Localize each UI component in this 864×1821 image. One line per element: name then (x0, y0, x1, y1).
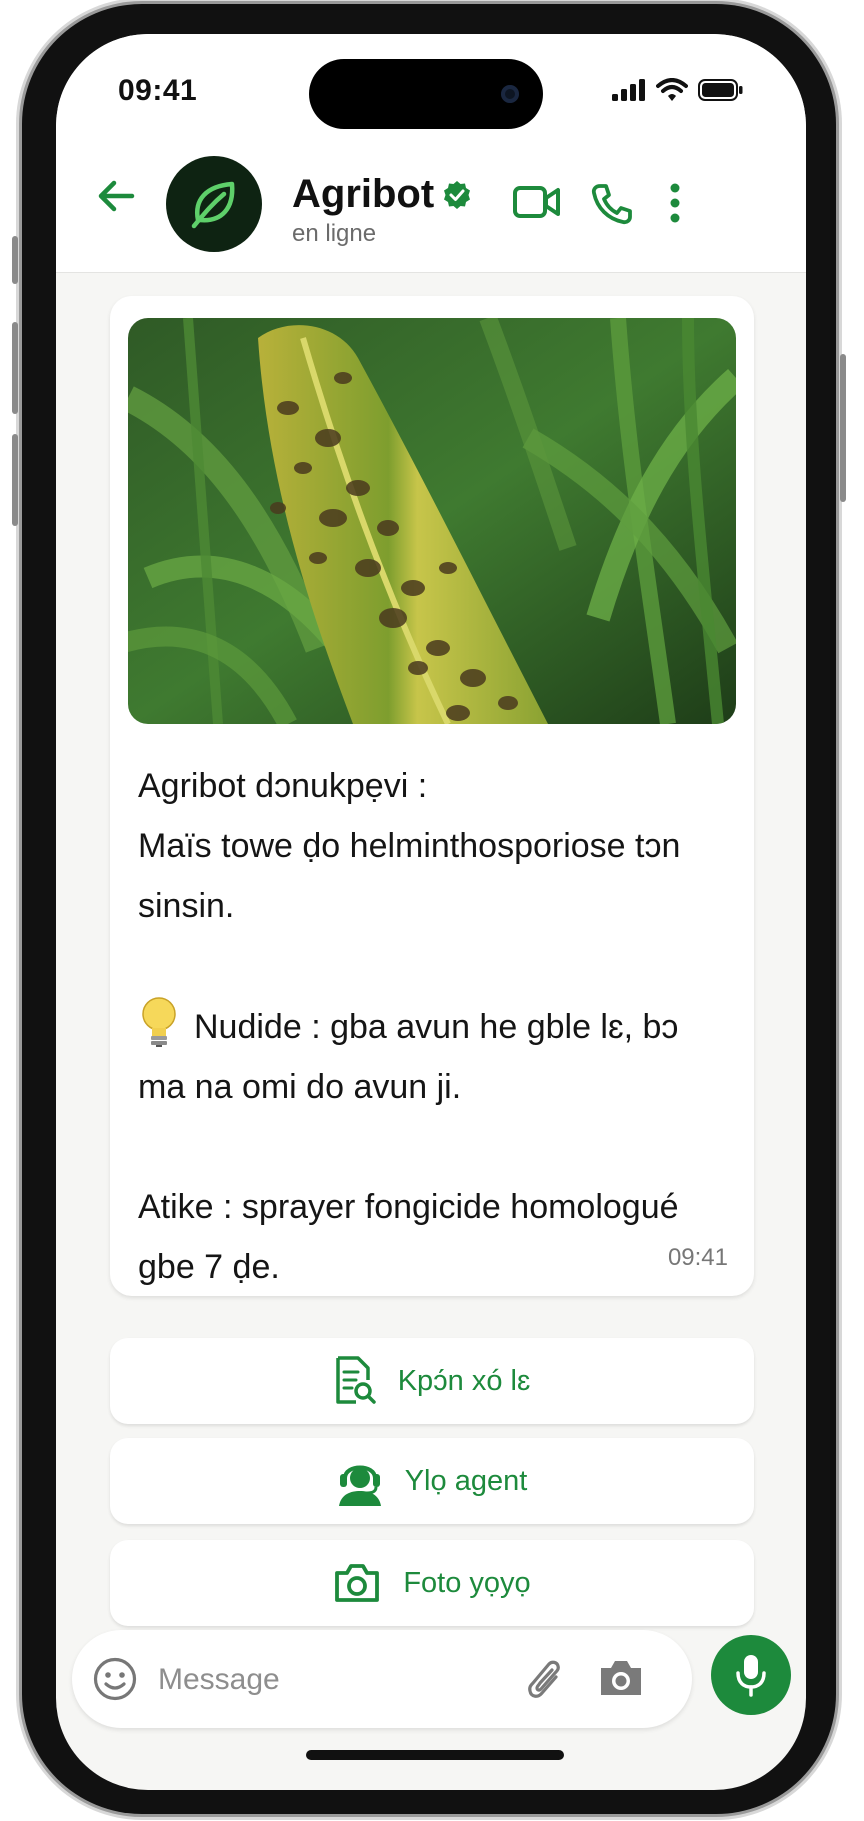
message-text: Agribot dɔnukpẹvi : Maïs towe ḍo helmint… (138, 756, 728, 1297)
status-icons (612, 78, 744, 102)
leaf-icon (191, 181, 235, 229)
document-search-icon (335, 1356, 376, 1404)
message-timestamp: 09:41 (667, 1244, 728, 1271)
message-composer (72, 1630, 692, 1728)
message-title: Agribot dɔnukpẹvi : (138, 767, 428, 805)
chat-header: Agribot en ligne (56, 134, 806, 273)
back-button[interactable] (96, 178, 136, 219)
quick-action-view-details[interactable]: Kpɔ́n xó lɛ (110, 1338, 754, 1424)
quick-action-label: Kpɔ́n xó lɛ (397, 1364, 531, 1397)
status-time: 09:41 (118, 74, 198, 107)
video-call-icon (513, 186, 560, 218)
battery-icon (698, 79, 743, 101)
message-action: Atike : sprayer fongicide homologué gbe … (138, 1188, 679, 1286)
message-tip: Nudide : gba avun he gble lɛ, bɔ ma na o… (138, 1008, 679, 1106)
more-vert-icon (670, 183, 680, 223)
more-options-button[interactable] (668, 182, 682, 229)
lightbulb-icon (142, 997, 176, 1047)
paperclip-icon[interactable] (526, 1655, 564, 1703)
incoming-message[interactable]: Agribot dɔnukpẹvi : Maïs towe ḍo helmint… (110, 296, 754, 1296)
emoji-icon[interactable] (92, 1656, 138, 1702)
voice-call-button[interactable] (590, 182, 634, 231)
quick-action-label: Ylọ agent (404, 1464, 528, 1497)
cellular-signal-icon (612, 79, 645, 101)
contact-name: Agribot (292, 172, 435, 216)
contact-presence: en ligne (292, 220, 377, 247)
microphone-button[interactable] (711, 1635, 791, 1715)
phone-frame: 09:41 Agribot en ligne Agribot dɔnukpẹvi… (12, 4, 846, 1814)
contact-name-row[interactable]: Agribot (292, 172, 472, 217)
maize-leaf-photo[interactable] (128, 318, 736, 724)
headset-agent-icon (338, 1465, 381, 1506)
contact-avatar[interactable] (166, 156, 262, 252)
quick-action-call-agent[interactable]: Ylọ agent (110, 1438, 754, 1524)
message-tip-line: Nudide : gba avun he gble lɛ, bɔ ma na o… (138, 996, 728, 1117)
back-arrow-icon (98, 180, 135, 212)
app-screen: 09:41 Agribot en ligne Agribot dɔnukpẹvi… (56, 34, 806, 1790)
video-call-button[interactable] (512, 182, 562, 227)
home-indicator[interactable] (306, 1750, 564, 1760)
microphone-icon (736, 1655, 766, 1697)
wifi-icon (656, 78, 688, 101)
quick-action-new-photo[interactable]: Foto yọyọ (110, 1540, 754, 1626)
quick-action-label: Foto yọyọ (403, 1566, 531, 1599)
camera-icon[interactable] (598, 1658, 644, 1698)
message-input[interactable] (156, 1656, 450, 1704)
phone-icon (591, 184, 632, 225)
camera-icon (335, 1564, 380, 1602)
verified-badge-icon (444, 180, 471, 209)
message-diagnosis: Maïs towe ḍo helminthosporiose tɔn sinsi… (138, 827, 681, 925)
dynamic-island (309, 59, 543, 129)
